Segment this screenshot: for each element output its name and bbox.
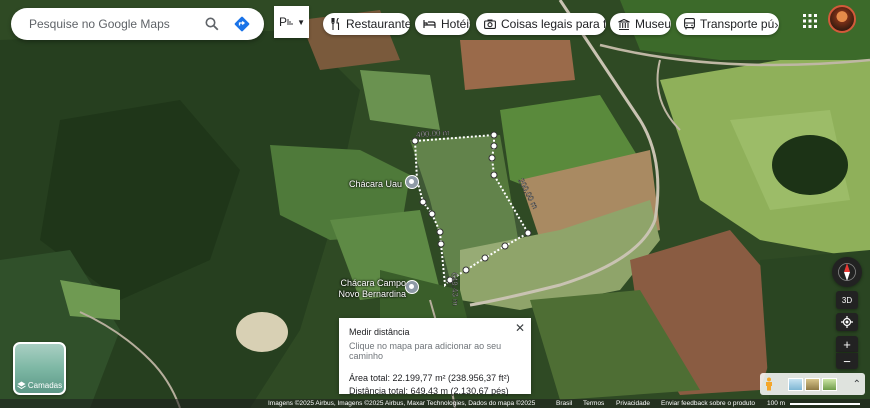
chip-hoteis[interactable]: Hotéis xyxy=(415,13,470,35)
account-avatar[interactable] xyxy=(828,5,856,33)
close-icon[interactable]: ✕ xyxy=(513,321,527,335)
expand-imagery-icon[interactable]: ⌃ xyxy=(853,379,861,390)
imagery-thumb-3[interactable] xyxy=(822,377,837,391)
measure-node xyxy=(437,240,445,248)
imagery-thumb-1[interactable] xyxy=(788,377,803,391)
tilt-3d-button[interactable]: 3D xyxy=(836,291,858,309)
directions-button[interactable] xyxy=(230,12,254,36)
place-pin-chacara-campo-novo[interactable] xyxy=(405,280,419,294)
input-tools-label: P xyxy=(279,15,288,29)
measure-total-distance: Distância total: 649,43 m (2.130,67 pés) xyxy=(349,386,509,396)
fork-knife-icon xyxy=(331,18,340,30)
chevron-down-icon: ▼ xyxy=(297,17,305,27)
measure-node xyxy=(501,242,509,250)
scale-bar xyxy=(790,403,860,405)
apps-button[interactable] xyxy=(797,8,823,34)
place-label-chacara-campo-novo[interactable]: Chácara Campo Novo Bernardina xyxy=(334,278,406,300)
measure-node xyxy=(488,154,496,162)
pegman-icon[interactable] xyxy=(764,377,774,391)
imagery-strip: ⌃ xyxy=(760,373,865,395)
measure-node xyxy=(481,254,489,262)
measure-card-title: Medir distância xyxy=(349,327,410,337)
layers-icon xyxy=(17,381,26,390)
chip-coisas-legais[interactable]: Coisas legais para fa... xyxy=(476,13,606,35)
directions-icon xyxy=(234,16,250,32)
measure-node xyxy=(428,210,436,218)
feedback-link[interactable]: Enviar feedback sobre o produto xyxy=(661,400,755,407)
chip-label: Hotéis xyxy=(441,17,470,31)
attribution-bar: Imagens ©2025 Airbus, Imagens ©2025 Airb… xyxy=(0,399,870,408)
measure-node xyxy=(419,198,427,206)
chip-transporte[interactable]: Transporte pú › xyxy=(676,13,779,35)
scale-label[interactable]: 100 m xyxy=(767,400,785,407)
search-icon xyxy=(205,17,219,31)
my-location-button[interactable] xyxy=(836,313,858,331)
place-label-chacara-uau[interactable]: Chácara Uau xyxy=(349,179,402,189)
terms-link[interactable]: Termos xyxy=(583,400,604,407)
measure-node xyxy=(462,266,470,274)
country-link[interactable]: Brasil xyxy=(556,400,572,407)
imagery-thumb-2[interactable] xyxy=(805,377,820,391)
camera-icon xyxy=(484,19,496,29)
measure-node xyxy=(436,228,444,236)
chip-restaurantes[interactable]: Restaurantes xyxy=(323,13,410,35)
chip-label: Transporte pú xyxy=(700,17,775,31)
layers-label: Camadas xyxy=(27,381,63,390)
measure-node xyxy=(490,142,498,150)
layers-button[interactable]: Camadas xyxy=(13,342,66,395)
compass-button[interactable] xyxy=(832,257,862,287)
bed-icon xyxy=(423,20,436,28)
privacy-link[interactable]: Privacidade xyxy=(616,400,650,407)
apps-grid-icon xyxy=(803,14,817,28)
compass-icon xyxy=(838,263,856,281)
measure-node xyxy=(524,229,532,237)
chip-label: Restaurantes xyxy=(346,17,410,31)
chip-label: Museus xyxy=(635,17,671,31)
search-input[interactable] xyxy=(27,16,194,32)
measure-card-hint: Clique no mapa para adicionar ao seu cam… xyxy=(349,341,502,361)
place-pin-chacara-uau[interactable] xyxy=(405,175,419,189)
search-button[interactable] xyxy=(200,12,224,36)
measure-node xyxy=(490,171,498,179)
zoom-in-button[interactable]: + xyxy=(836,336,858,352)
zoom-out-button[interactable]: − xyxy=(836,353,858,369)
chip-museus[interactable]: Museus xyxy=(610,13,671,35)
search-bar xyxy=(11,8,264,40)
keyboard-icon xyxy=(287,19,293,25)
chip-label: Coisas legais para fa... xyxy=(501,17,606,31)
measure-distance-card: ✕ Medir distância Clique no mapa para ad… xyxy=(339,318,531,396)
measure-total-area: Área total: 22.199,77 m² (238.956,37 ft²… xyxy=(349,373,510,383)
location-target-icon xyxy=(841,316,853,328)
imagery-attribution: Imagens ©2025 Airbus, Imagens ©2025 Airb… xyxy=(268,400,536,407)
museum-icon xyxy=(618,18,630,30)
measure-node xyxy=(490,131,498,139)
input-tools-button[interactable]: P ▼ xyxy=(274,6,309,38)
bus-icon xyxy=(684,18,695,30)
measure-label-left: 649,43 m xyxy=(450,272,460,306)
